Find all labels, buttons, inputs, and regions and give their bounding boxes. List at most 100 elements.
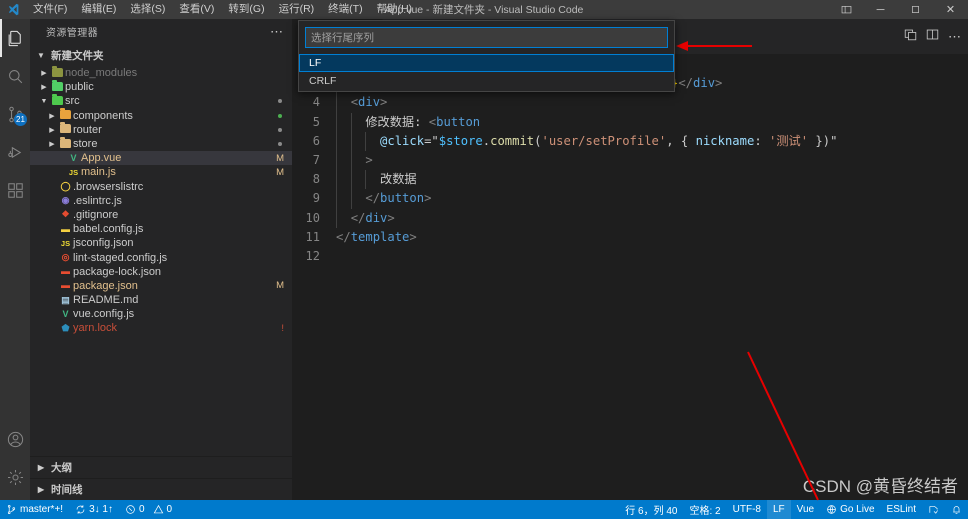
indent-guide [336, 189, 337, 209]
status-eol[interactable]: LF [766, 500, 791, 519]
activity-accounts[interactable] [0, 420, 30, 458]
activity-settings[interactable] [0, 458, 30, 496]
tree-item-gitignore[interactable]: ❖ .gitignore [30, 208, 292, 222]
indent-guide [350, 170, 352, 190]
code-line[interactable]: 11 </template> [292, 228, 968, 247]
status-go-live[interactable]: Go Live [820, 500, 880, 519]
status-encoding[interactable]: UTF-8 [727, 500, 767, 519]
tree-item-public[interactable]: ▶ public [30, 79, 292, 94]
code-line[interactable]: 4 <div> [292, 93, 968, 113]
explorer-more-icon[interactable]: ⋯ [270, 24, 284, 40]
status-cursor-position[interactable]: 行 6，列 40 [619, 500, 683, 519]
quick-pick-input[interactable] [305, 27, 668, 48]
sidebar-panel-outline[interactable]: ▶ 大纲 [30, 456, 292, 478]
customize-layout-icon[interactable] [829, 0, 863, 19]
minimize-button[interactable]: ─ [863, 0, 898, 19]
tree-item-label: .gitignore [73, 208, 119, 221]
tree-item-node-modules[interactable]: ▶ node_modules [30, 66, 292, 80]
code-line[interactable]: 5 修改数据: <button [292, 112, 968, 132]
status-indentation[interactable]: 空格: 2 [684, 500, 727, 519]
activity-search[interactable] [0, 57, 30, 95]
status-problems[interactable]: 0 0 [119, 500, 178, 519]
tree-item-readme-md[interactable]: ▤ README.md [30, 293, 292, 307]
file-icon: ❖ [61, 209, 70, 220]
tree-item-browserslistrc[interactable]: ◯ .browserslistrc [30, 180, 292, 194]
menu-go[interactable]: 转到(G) [221, 0, 271, 19]
tree-item-decoration-dot [278, 99, 282, 104]
vscode-window: 文件(F) 编辑(E) 选择(S) 查看(V) 转到(G) 运行(R) 终端(T… [0, 0, 968, 519]
line-number: 10 [305, 210, 320, 225]
quick-pick-list: LF CRLF [299, 54, 674, 91]
close-button[interactable]: ✕ [933, 0, 968, 19]
status-eslint[interactable]: ESLint [881, 500, 922, 519]
tree-item-lint-staged-config-js[interactable]: ◎ lint-staged.config.js [30, 250, 292, 264]
status-feedback[interactable] [922, 500, 945, 519]
tree-item-router[interactable]: ▶ router [30, 122, 292, 137]
tree-item-app-vue[interactable]: V App.vue M [30, 151, 292, 166]
chevron-right-icon: ▶ [49, 141, 55, 149]
activity-run-debug[interactable] [0, 133, 30, 171]
quick-pick-option-crlf[interactable]: CRLF [299, 72, 674, 90]
tree-item-label: .browserslistrc [73, 180, 144, 193]
explorer-root-folder[interactable]: ▼ 新建文件夹 [30, 44, 292, 66]
code-line[interactable]: 9 </button> [292, 189, 968, 209]
tree-item-eslintrc-js[interactable]: ◉ .eslintrc.js [30, 194, 292, 208]
tree-item-vue-config-js[interactable]: Vvue.config.js [30, 307, 292, 321]
tree-item-label: lint-staged.config.js [73, 251, 168, 264]
indent-guide [350, 131, 352, 151]
tree-item-store[interactable]: ▶ store [30, 136, 292, 151]
menu-terminal[interactable]: 终端(T) [321, 0, 369, 19]
file-tree[interactable]: ▶ node_modules ▶ public ▼ src ▶ components ▶ rout… [30, 66, 292, 456]
status-sync[interactable]: 3↓ 1↑ [69, 500, 119, 519]
editor-more-icon[interactable]: ⋯ [948, 29, 962, 45]
status-warning-count: 0 [166, 504, 173, 515]
timeline-label: 时间线 [51, 484, 83, 496]
tree-item-label: public [65, 81, 94, 94]
quick-pick-option-lf[interactable]: LF [299, 54, 674, 72]
tree-item-components[interactable]: ▶ components [30, 108, 292, 123]
tree-item-package-json[interactable]: ▬ package.json M [30, 279, 292, 293]
tree-item-status-badge: M [276, 280, 284, 292]
menu-file[interactable]: 文件(F) [26, 0, 74, 19]
folder-icon [58, 122, 73, 135]
line-content: @click="$store.commit('user/setProfile',… [336, 131, 837, 151]
code-line[interactable]: 7 > [292, 150, 968, 171]
tree-item-yarn-lock[interactable]: ⬟ yarn.lock! [30, 321, 292, 335]
indent-guide [336, 150, 337, 171]
tree-item-babel-config-js[interactable]: ▬ babel.config.js [30, 222, 292, 236]
code-line[interactable]: 12 [292, 247, 968, 266]
quick-pick-eol: LF CRLF [298, 20, 675, 92]
chevron-right-icon: ▶ [49, 112, 55, 120]
explorer-header: 资源管理器 ⋯ [30, 19, 292, 44]
menu-view[interactable]: 查看(V) [172, 0, 221, 19]
status-language-mode[interactable]: Vue [791, 500, 820, 519]
code-line[interactable]: 6 @click="$store.commit('user/setProfile… [292, 131, 968, 151]
maximize-button[interactable] [898, 0, 933, 19]
menu-selection[interactable]: 选择(S) [123, 0, 172, 19]
split-editor-right-icon[interactable] [904, 28, 917, 46]
activity-explorer[interactable] [0, 19, 30, 57]
menu-run[interactable]: 运行(R) [272, 0, 322, 19]
tree-item-package-lock-json[interactable]: ▬ package-lock.json [30, 265, 292, 279]
editor-actions: ⋯ [904, 19, 962, 54]
status-branch[interactable]: master*+! [0, 500, 69, 519]
editor-layout-icon[interactable] [926, 28, 939, 46]
menu-help[interactable]: 帮助(H) [370, 0, 420, 19]
tree-item-main-js[interactable]: JS main.js M [30, 165, 292, 179]
activity-extensions[interactable] [0, 171, 30, 209]
sidebar-panel-timeline[interactable]: ▶ 时间线 [30, 478, 292, 500]
file-icon: ◉ [61, 195, 70, 206]
status-notifications[interactable] [945, 500, 968, 519]
window-controls: ─ ✕ [829, 0, 968, 19]
menu-edit[interactable]: 编辑(E) [74, 0, 123, 19]
code-line[interactable]: 8 改数据 [292, 170, 968, 190]
status-branch-label: master*+! [20, 504, 64, 515]
tree-item-src[interactable]: ▼ src [30, 93, 292, 108]
source-control-badge: 21 [14, 113, 27, 126]
code-line[interactable]: 10 </div> [292, 208, 968, 228]
file-icon: ▬ [61, 223, 70, 234]
root-folder-label: 新建文件夹 [51, 49, 104, 62]
line-content: </div> [336, 208, 395, 228]
activity-source-control[interactable]: 21 [0, 95, 30, 133]
tree-item-jsconfig-json[interactable]: JS jsconfig.json [30, 236, 292, 250]
